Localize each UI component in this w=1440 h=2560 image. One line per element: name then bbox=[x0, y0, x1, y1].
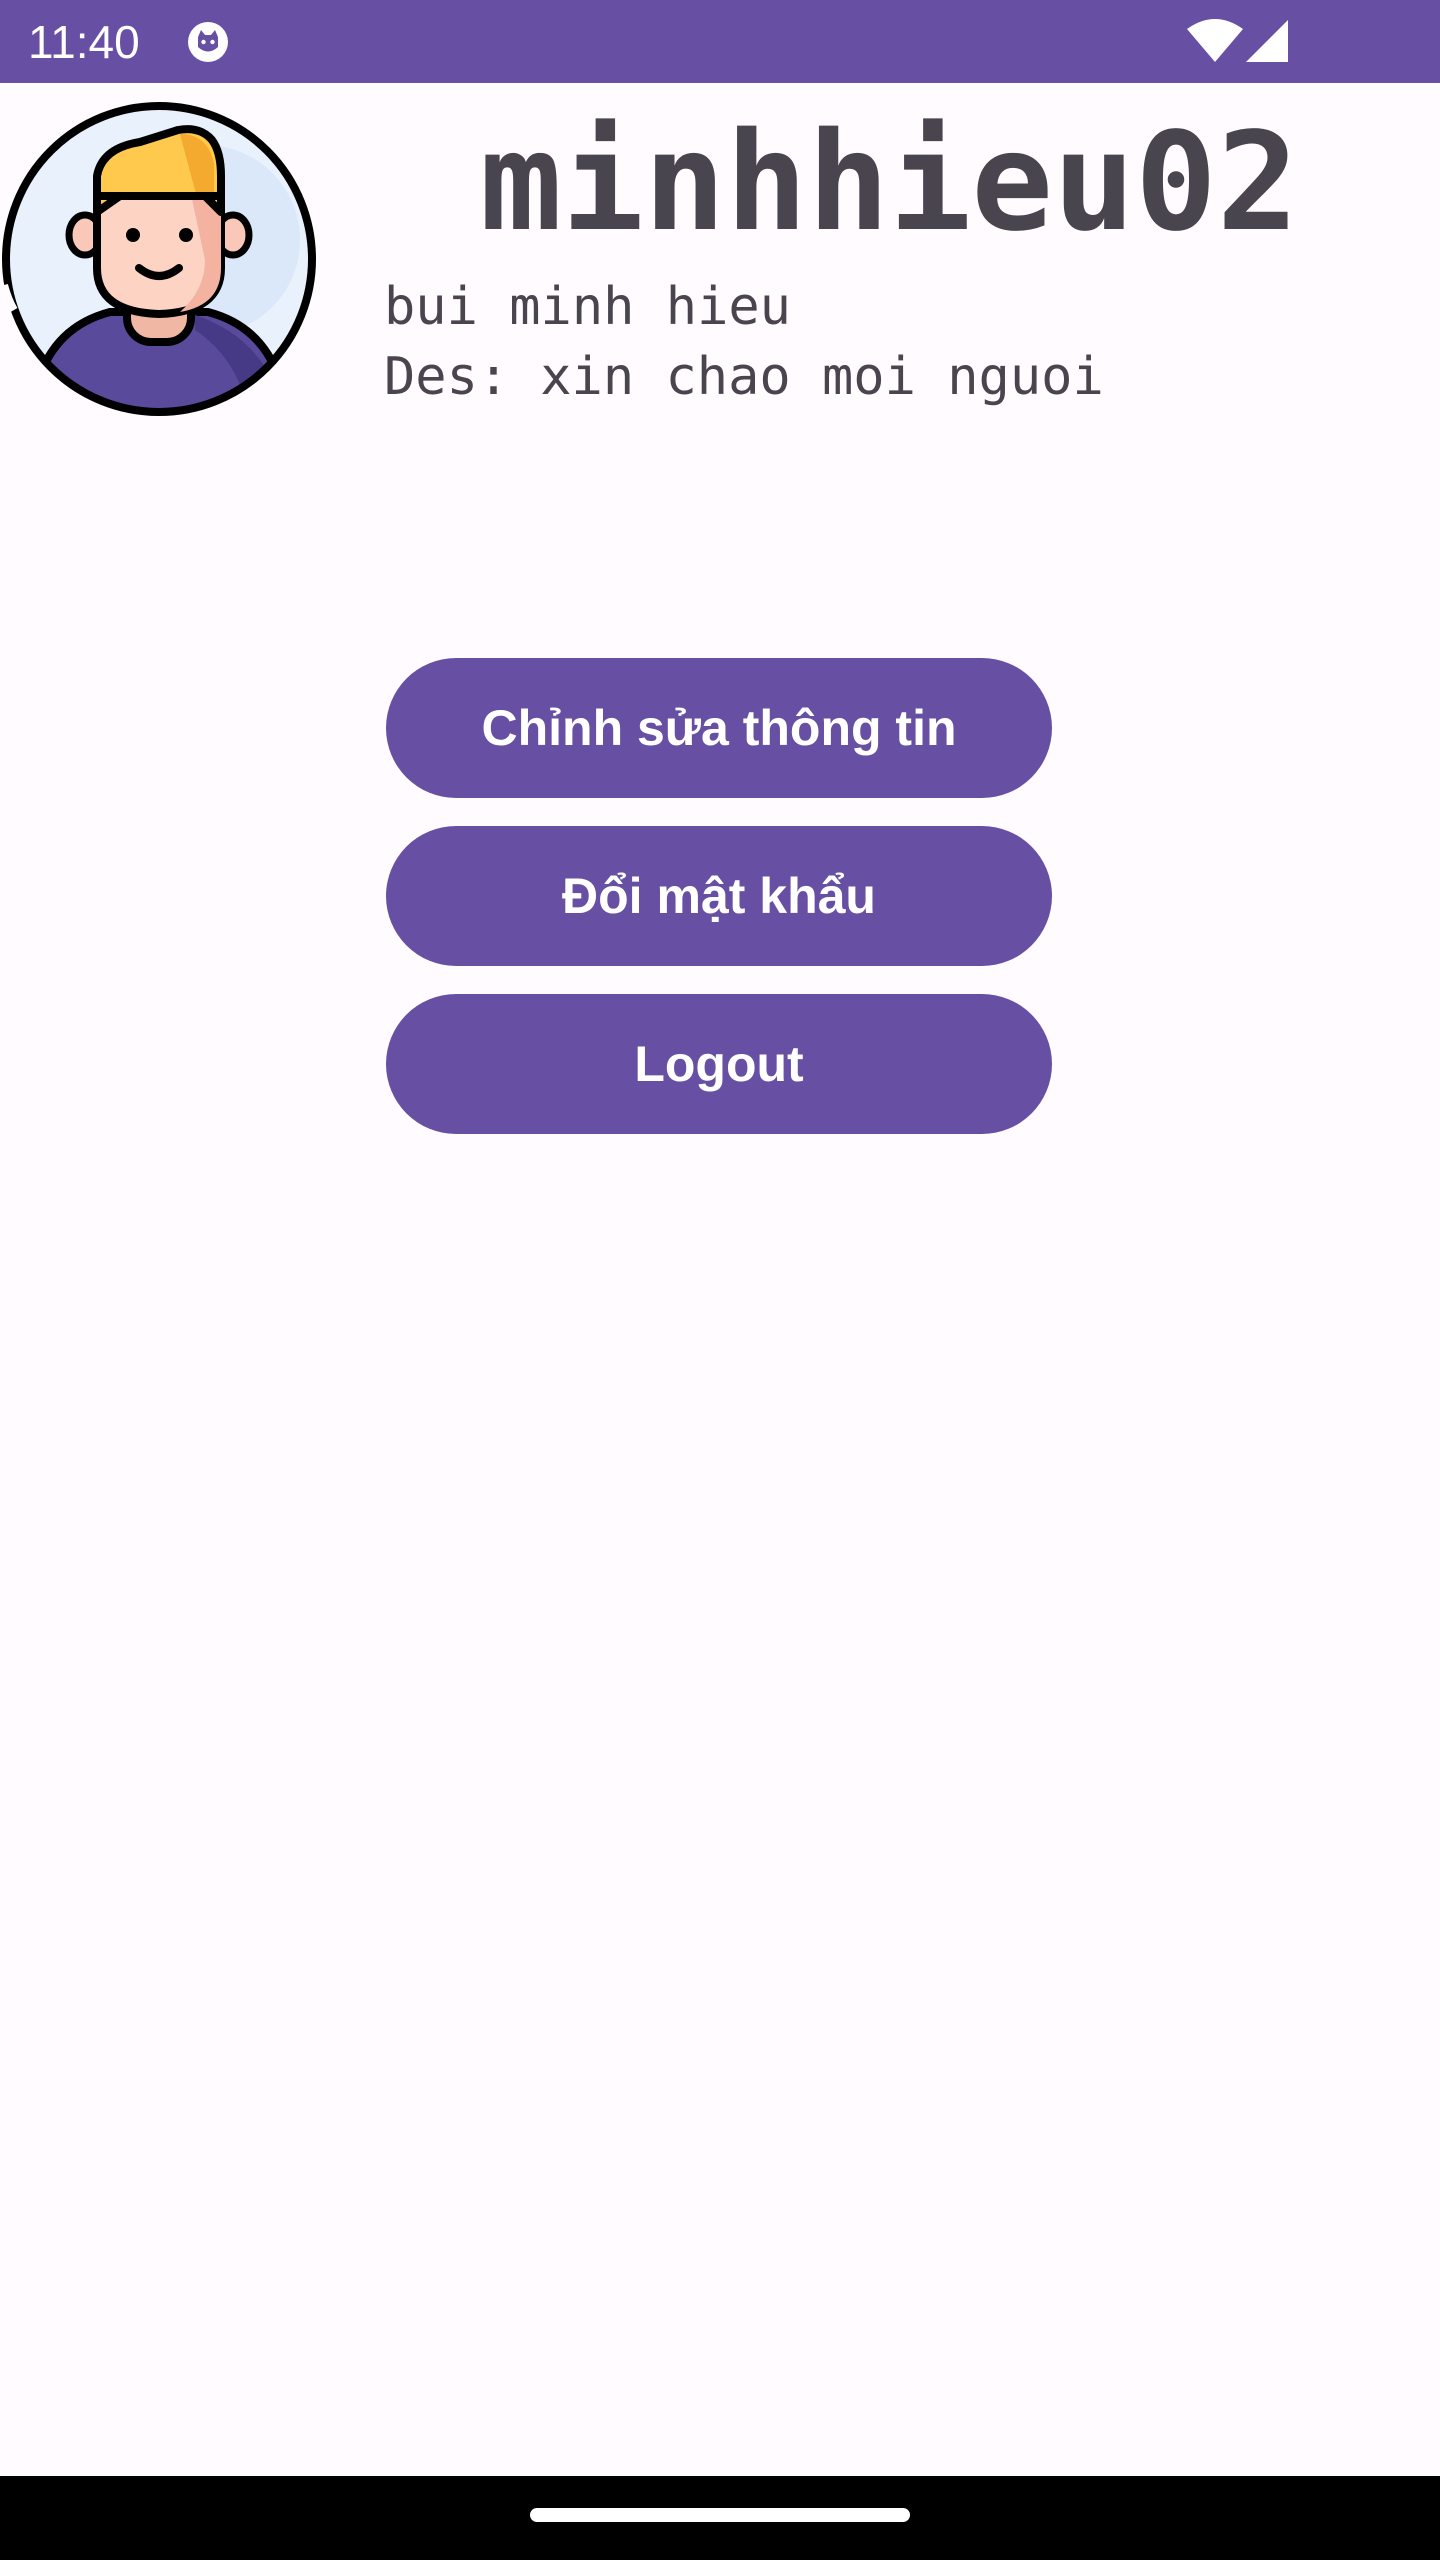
change-password-button[interactable]: Đổi mật khẩu bbox=[386, 826, 1052, 966]
username: minhhieu02 bbox=[480, 104, 1299, 262]
home-handle[interactable] bbox=[530, 2508, 910, 2522]
full-name: bui minh hieu bbox=[384, 277, 791, 337]
cat-app-icon bbox=[188, 22, 228, 62]
wifi-icon bbox=[1187, 19, 1243, 62]
edit-profile-button[interactable]: Chỉnh sửa thông tin bbox=[386, 658, 1052, 798]
edit-profile-label: Chỉnh sửa thông tin bbox=[481, 700, 957, 756]
description: Des: xin chao moi nguoi bbox=[384, 342, 1104, 412]
status-time: 11:40 bbox=[28, 16, 140, 68]
signal-icon bbox=[1246, 20, 1288, 62]
description-text: xin chao moi nguoi bbox=[540, 347, 1104, 407]
user-avatar-icon bbox=[0, 102, 316, 416]
logout-button[interactable]: Logout bbox=[386, 994, 1052, 1134]
change-password-label: Đổi mật khẩu bbox=[562, 868, 876, 924]
status-bar: 11:40 bbox=[0, 0, 1440, 83]
description-label: Des: bbox=[384, 347, 510, 407]
navigation-bar bbox=[0, 2476, 1440, 2560]
logout-label: Logout bbox=[634, 1036, 804, 1092]
